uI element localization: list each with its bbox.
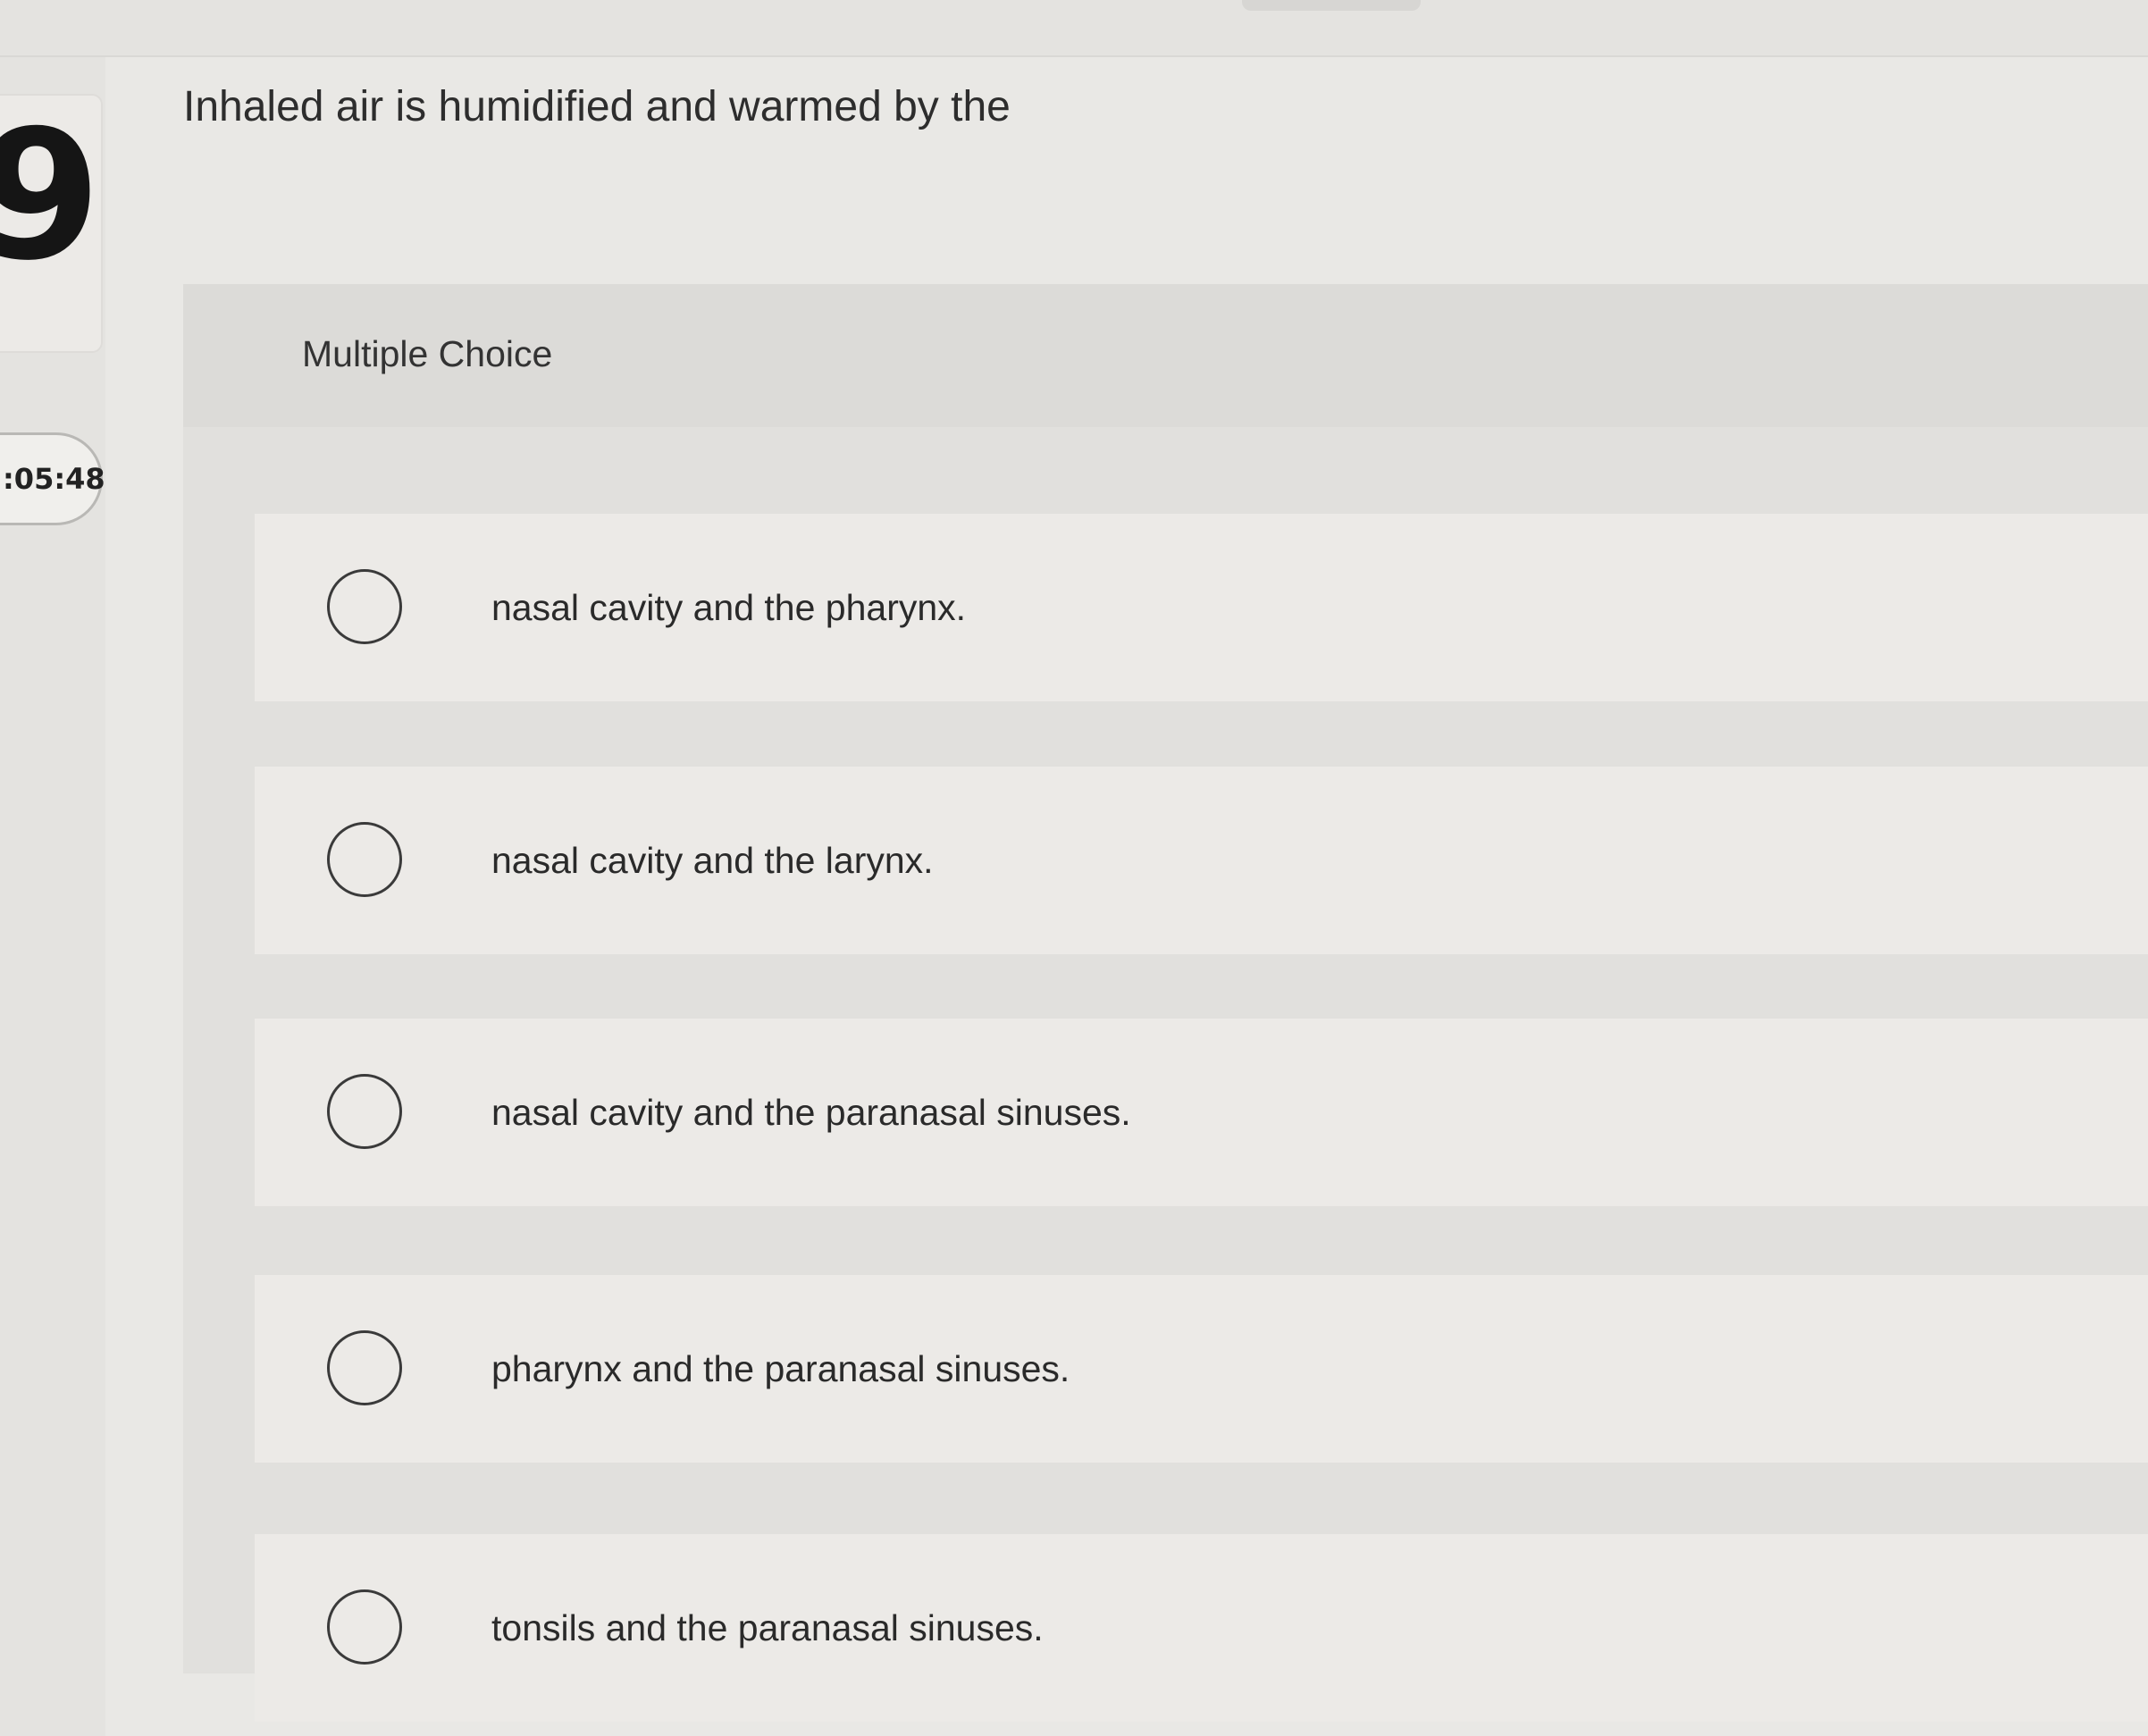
answer-option[interactable]: nasal cavity and the paranasal sinuses. [255, 1019, 2148, 1206]
question-prompt: Inhaled air is humidified and warmed by … [183, 83, 1011, 130]
radio-button[interactable] [327, 1330, 402, 1405]
timer: :05:48 [0, 432, 105, 525]
answer-option-label: tonsils and the paranasal sinuses. [491, 1606, 1044, 1648]
top-tab[interactable] [1242, 0, 1421, 11]
top-bar [0, 0, 2148, 57]
answer-option-label: nasal cavity and the paranasal sinuses. [491, 1091, 1131, 1133]
multiple-choice-panel: Multiple Choice nasal cavity and the pha… [183, 284, 2148, 1722]
answer-option-label: nasal cavity and the larynx. [491, 839, 934, 881]
answer-option[interactable]: nasal cavity and the larynx. [255, 767, 2148, 954]
answer-option-label: pharynx and the paranasal sinuses. [491, 1347, 1070, 1389]
answer-option[interactable]: nasal cavity and the pharynx. [255, 514, 2148, 701]
answer-option[interactable]: pharynx and the paranasal sinuses. [255, 1275, 2148, 1463]
radio-button[interactable] [327, 569, 402, 644]
timer-text: :05:48 [3, 462, 105, 496]
radio-button[interactable] [327, 1074, 402, 1149]
multiple-choice-label: Multiple Choice [302, 333, 553, 374]
answer-option-label: nasal cavity and the pharynx. [491, 586, 967, 628]
answer-option[interactable]: tonsils and the paranasal sinuses. [255, 1534, 2148, 1722]
radio-button[interactable] [327, 1589, 402, 1665]
question-number: 9 [0, 92, 102, 300]
radio-button[interactable] [327, 822, 402, 897]
multiple-choice-header: Multiple Choice [183, 284, 2148, 427]
